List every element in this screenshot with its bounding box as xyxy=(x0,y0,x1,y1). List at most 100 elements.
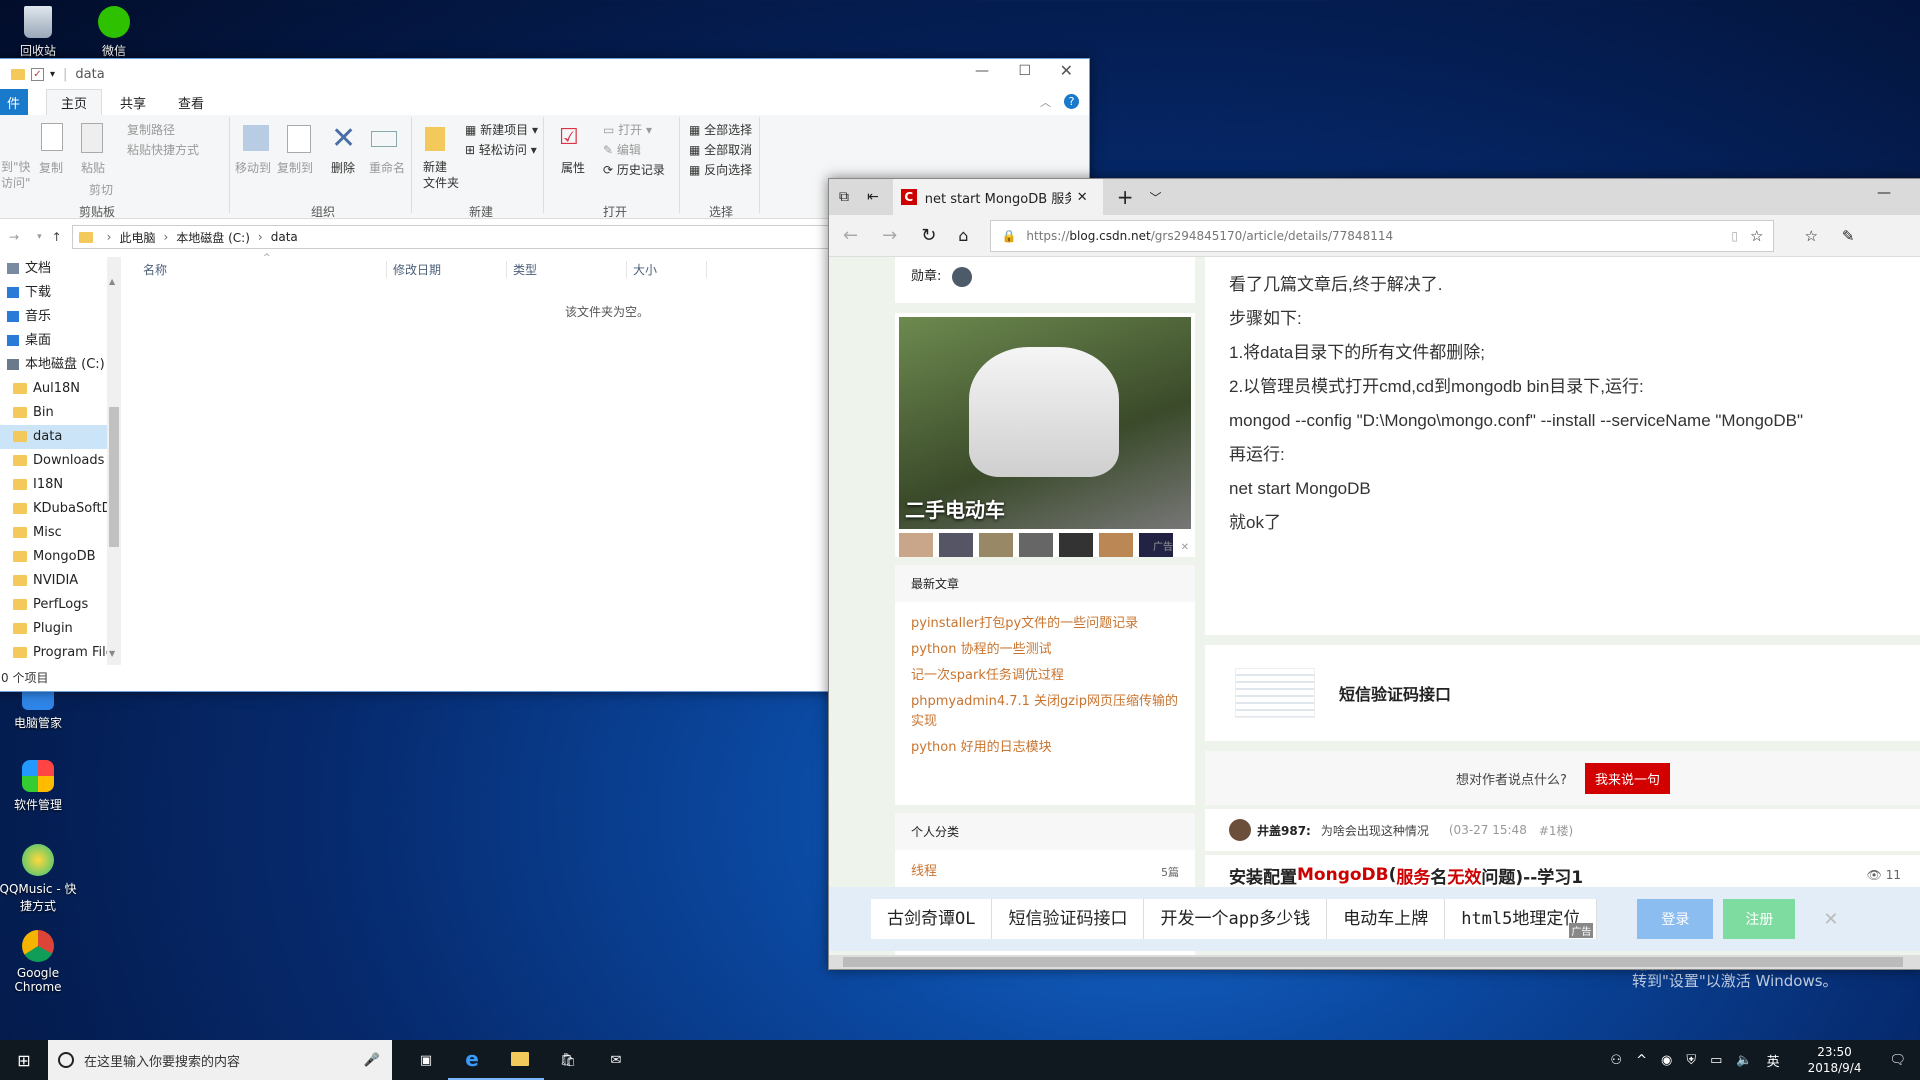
ad-image[interactable]: 二手电动车 xyxy=(899,317,1191,529)
minimize-icon[interactable]: — xyxy=(1877,185,1891,201)
favorite-star-icon[interactable]: ☆ xyxy=(1750,227,1763,245)
delete-button[interactable]: 删除 xyxy=(331,159,355,176)
nav-item[interactable]: data xyxy=(0,425,121,449)
up-icon[interactable]: ↑ xyxy=(52,230,62,244)
close-icon[interactable]: ✕ xyxy=(1060,61,1073,80)
forward-icon[interactable]: → xyxy=(882,225,897,246)
recent-article-link[interactable]: pyinstaller打包py文件的一些问题记录 xyxy=(911,614,1179,634)
network-icon[interactable]: ▭ xyxy=(1710,1053,1722,1068)
history-button[interactable]: ⟳ 历史记录 xyxy=(603,161,665,178)
volume-icon[interactable]: 🔈 xyxy=(1736,1053,1752,1068)
chevron-down-icon[interactable]: ▾ xyxy=(50,69,55,80)
scrollbar-thumb[interactable] xyxy=(109,407,119,547)
nav-item[interactable]: Downloads xyxy=(0,449,121,473)
recycle-bin-icon[interactable]: 回收站 xyxy=(0,6,80,59)
clock[interactable]: 23:50 2018/9/4 xyxy=(1808,1044,1862,1076)
software-manager-icon[interactable]: 软件管理 xyxy=(0,760,80,813)
address-bar[interactable]: › 此电脑 › 本地磁盘 (C:) › data xyxy=(71,225,832,249)
set-tabs-aside-icon[interactable]: ⇤ xyxy=(867,189,879,205)
home-icon[interactable]: ⌂ xyxy=(958,226,968,245)
paste-shortcut-button[interactable]: 粘贴快捷方式 xyxy=(127,141,199,158)
show-hidden-icons[interactable]: ^ xyxy=(1636,1053,1647,1068)
collapse-ribbon-icon[interactable]: ︿ xyxy=(1040,94,1051,110)
chrome-icon[interactable]: Google Chrome xyxy=(0,930,80,994)
nav-item[interactable]: Plugin xyxy=(0,617,121,641)
recommend-link[interactable]: 古剑奇谭OL xyxy=(871,899,993,939)
register-button[interactable]: 注册 xyxy=(1723,899,1796,939)
nav-item[interactable]: 下载 xyxy=(0,281,121,305)
copy-button[interactable]: 复制 xyxy=(39,159,63,176)
new-item-button[interactable]: ▦ 新建项目 ▾ xyxy=(465,121,538,138)
column-modified[interactable]: 修改日期 xyxy=(387,260,507,278)
tab-preview-chevron-icon[interactable]: ﹀ xyxy=(1150,189,1162,206)
web-note-icon[interactable]: ✎ xyxy=(1842,227,1855,245)
nav-item[interactable]: MongoDB xyxy=(0,545,121,569)
properties-button[interactable]: 属性 xyxy=(561,159,585,176)
microphone-icon[interactable]: 🎤 xyxy=(364,1053,380,1068)
nav-item[interactable]: NVIDIA xyxy=(0,569,121,593)
nav-item[interactable]: Aul18N xyxy=(0,377,121,401)
horizontal-scrollbar[interactable] xyxy=(829,955,1920,969)
open-button[interactable]: ▭ 打开 ▾ xyxy=(603,121,652,138)
start-windows-icon[interactable]: ⊞ xyxy=(0,1051,48,1070)
tab-share[interactable]: 共享 xyxy=(102,89,164,116)
tab-view[interactable]: 查看 xyxy=(164,89,218,116)
cut-button[interactable]: 剪切 xyxy=(89,181,113,198)
edge-taskbar-icon[interactable]: e xyxy=(448,1040,496,1080)
nav-item[interactable]: Misc xyxy=(0,521,121,545)
scrollbar-thumb[interactable] xyxy=(843,957,1903,967)
security-icon[interactable]: ⛨ xyxy=(1686,1053,1696,1068)
tab-home[interactable]: 主页 xyxy=(46,89,103,115)
column-name[interactable]: 名称 xyxy=(121,260,387,278)
login-button[interactable]: 登录 xyxy=(1637,899,1714,939)
copy-path-button[interactable]: 复制路径 xyxy=(127,121,175,138)
comment-button[interactable]: 我来说一句 xyxy=(1584,762,1670,794)
recommend-link[interactable]: 短信验证码接口 xyxy=(992,899,1145,939)
nav-item[interactable]: 音乐 xyxy=(0,305,121,329)
nav-item[interactable]: KDubaSoftDo xyxy=(0,497,121,521)
pin-quick-access-button[interactable]: 到"快 访问" xyxy=(1,159,31,191)
people-icon[interactable]: ⚇ xyxy=(1610,1053,1622,1068)
recent-locations-icon[interactable]: ▾ xyxy=(37,232,42,242)
breadcrumb-data[interactable]: data xyxy=(271,230,298,244)
recommend-link[interactable]: 电动车上牌 xyxy=(1327,899,1446,939)
comment-user[interactable]: 井盖987: xyxy=(1257,822,1311,839)
reading-view-icon[interactable]: ▯ xyxy=(1731,229,1738,243)
new-folder-button[interactable]: 新建 文件夹 xyxy=(423,159,459,191)
tabs-aside-icon[interactable]: ⧉ xyxy=(839,189,849,205)
ime-indicator[interactable]: 英 xyxy=(1767,1051,1780,1070)
tab-file[interactable]: 件 xyxy=(0,88,29,116)
promo-card[interactable]: 短信验证码接口 xyxy=(1205,645,1920,741)
copy-to-button[interactable]: 复制到 xyxy=(277,159,313,176)
minimize-icon[interactable]: — xyxy=(975,63,989,79)
properties-check-icon[interactable]: ✓ xyxy=(31,67,44,81)
task-view-icon[interactable]: ▣ xyxy=(404,1053,448,1068)
nav-item[interactable]: Program Files xyxy=(0,641,121,665)
column-type[interactable]: 类型 xyxy=(507,260,627,278)
url-bar[interactable]: 🔒 https://blog.csdn.net/grs294845170/art… xyxy=(990,219,1775,252)
help-icon[interactable]: ? xyxy=(1064,94,1079,109)
edit-button[interactable]: ✎ 编辑 xyxy=(603,141,641,158)
ad-close-icon[interactable]: ✕ xyxy=(1181,542,1189,553)
easy-access-button[interactable]: ⊞ 轻松访问 ▾ xyxy=(465,141,537,158)
tab-active[interactable]: C net start MongoDB 服务 ✕ xyxy=(892,179,1103,215)
search-box[interactable]: 在这里输入你要搜索的内容 🎤 xyxy=(48,1040,392,1080)
maximize-icon[interactable]: ☐ xyxy=(1018,63,1031,79)
breadcrumb-this-pc[interactable]: 此电脑 xyxy=(119,229,155,246)
nav-item[interactable]: 文档 xyxy=(0,257,121,281)
nav-item[interactable]: 桌面 xyxy=(0,329,121,353)
qqmusic-icon[interactable]: QQMusic - 快捷方式 xyxy=(0,844,80,914)
recent-article-link[interactable]: 记一次spark任务调优过程 xyxy=(911,666,1179,686)
mail-taskbar-icon[interactable]: ✉ xyxy=(592,1053,640,1068)
invert-selection-button[interactable]: ▦ 反向选择 xyxy=(689,161,752,178)
recent-article-link[interactable]: python 好用的日志模块 xyxy=(911,738,1179,758)
nav-scrollbar[interactable]: ▲ ▼ xyxy=(107,257,121,665)
recent-article-link[interactable]: python 协程的一些测试 xyxy=(911,640,1179,660)
new-tab-icon[interactable]: + xyxy=(1117,185,1134,209)
tab-close-icon[interactable]: ✕ xyxy=(1077,190,1088,205)
refresh-icon[interactable]: ↻ xyxy=(921,225,936,246)
select-all-button[interactable]: ▦ 全部选择 xyxy=(689,121,752,138)
paste-button[interactable]: 粘贴 xyxy=(81,159,105,176)
nav-item[interactable]: 本地磁盘 (C:) xyxy=(0,353,121,377)
close-bar-icon[interactable]: ✕ xyxy=(1823,909,1838,930)
